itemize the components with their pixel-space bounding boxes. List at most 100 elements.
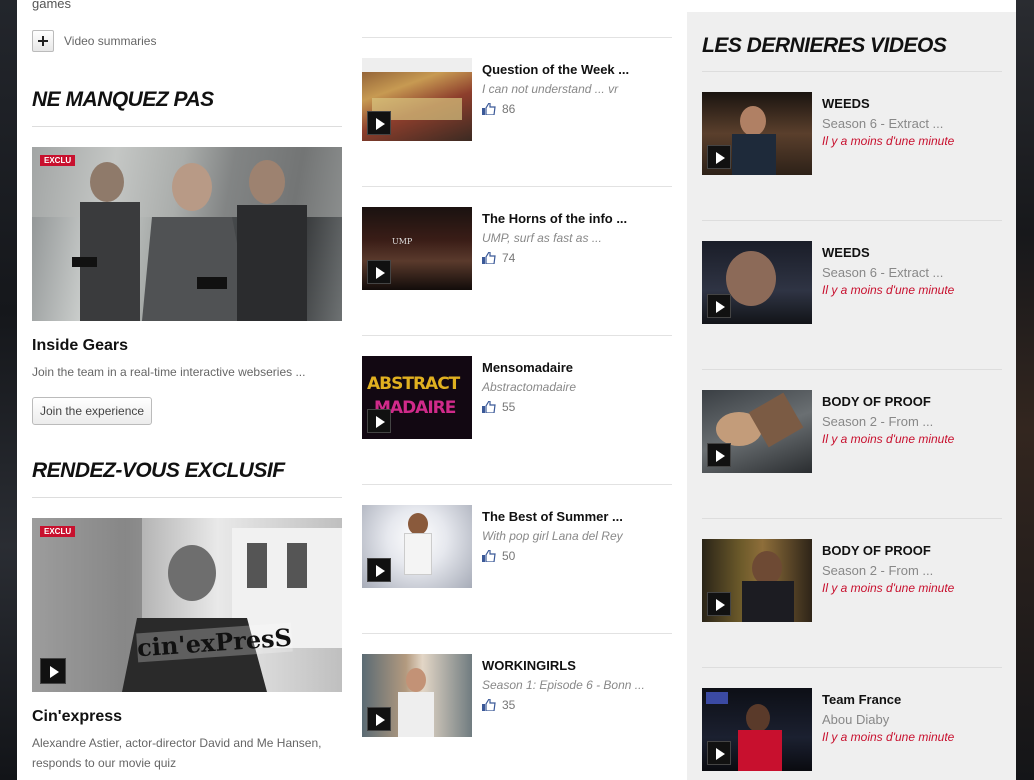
- exclu-badge: EXCLU: [40, 526, 76, 537]
- divider: [702, 369, 1002, 370]
- video-title[interactable]: WORKINGIRLS: [482, 658, 576, 673]
- like-count-value: 55: [502, 400, 516, 414]
- like-count-value: 35: [502, 698, 516, 712]
- play-icon[interactable]: [367, 409, 391, 433]
- section-heading-rendez-vous: RENDEZ-VOUS EXCLUSIF: [32, 459, 285, 482]
- video-title[interactable]: The Horns of the info ...: [482, 211, 627, 226]
- video-date: Il y a moins d'une minute: [822, 134, 955, 148]
- video-item[interactable]: The Best of Summer ... With pop girl Lan…: [362, 505, 672, 588]
- divider: [362, 484, 672, 485]
- video-title[interactable]: The Best of Summer ...: [482, 509, 623, 524]
- video-item[interactable]: WORKINGIRLS Season 1: Episode 6 - Bonn .…: [362, 654, 672, 737]
- like-count-value: 50: [502, 549, 516, 563]
- video-item[interactable]: ABSTRACT MADAIRE Mensomadaire Abstractom…: [362, 356, 672, 439]
- play-icon[interactable]: [707, 741, 731, 765]
- video-title[interactable]: BODY OF PROOF: [822, 394, 931, 409]
- divider: [702, 71, 1002, 72]
- cinexpress-title[interactable]: Cin'express: [32, 708, 122, 726]
- video-subtitle: Season 1: Episode 6 - Bonn ...: [482, 678, 645, 692]
- divider: [362, 335, 672, 336]
- section-heading-ne-manquez-pas: NE MANQUEZ PAS: [32, 88, 214, 111]
- video-title[interactable]: Team France: [822, 692, 901, 707]
- video-subtitle: UMP, surf as fast as ...: [482, 231, 602, 245]
- play-icon[interactable]: [40, 658, 66, 684]
- video-date: Il y a moins d'une minute: [822, 581, 955, 595]
- like-count-value: 74: [502, 251, 516, 265]
- video-subtitle: Season 6 - Extract ...: [822, 116, 944, 131]
- cinexpress-illustration: [32, 518, 342, 692]
- play-icon[interactable]: [367, 111, 391, 135]
- video-date: Il y a moins d'une minute: [822, 283, 955, 297]
- background-art-left: [0, 0, 17, 780]
- play-icon[interactable]: [707, 294, 731, 318]
- join-experience-button[interactable]: Join the experience: [32, 397, 153, 425]
- video-subtitle: Season 6 - Extract ...: [822, 265, 944, 280]
- video-thumbnail[interactable]: [702, 688, 812, 771]
- video-summaries-toggle[interactable]: Video summaries: [32, 30, 156, 52]
- video-summaries-label: Video summaries: [64, 34, 157, 48]
- like-count: 50: [482, 549, 515, 563]
- thumbs-up-icon[interactable]: [482, 401, 496, 413]
- video-thumbnail[interactable]: [362, 654, 472, 737]
- video-thumbnail[interactable]: [702, 539, 812, 622]
- thumbs-up-icon[interactable]: [482, 550, 496, 562]
- plus-icon[interactable]: [32, 30, 54, 52]
- video-subtitle: Season 2 - From ...: [822, 414, 934, 429]
- video-thumbnail[interactable]: [362, 505, 472, 588]
- divider: [32, 126, 342, 127]
- divider: [362, 37, 672, 38]
- cinexpress-thumbnail[interactable]: EXCLU cin'exPresS: [32, 518, 342, 692]
- divider: [702, 220, 1002, 221]
- video-title[interactable]: WEEDS: [822, 96, 870, 111]
- latest-video-item[interactable]: WEEDS Season 6 - Extract ... Il y a moin…: [702, 241, 1002, 324]
- divider: [702, 518, 1002, 519]
- video-item[interactable]: Question of the Week ... I can not under…: [362, 58, 672, 141]
- latest-video-item[interactable]: BODY OF PROOF Season 2 - From ... Il y a…: [702, 390, 1002, 473]
- inside-gears-illustration: [32, 147, 342, 321]
- latest-videos-heading: LES DERNIERES VIDEOS: [702, 34, 947, 57]
- latest-video-item[interactable]: BODY OF PROOF Season 2 - From ... Il y a…: [702, 539, 1002, 622]
- thumbs-up-icon[interactable]: [482, 103, 496, 115]
- video-item[interactable]: UMP The Horns of the info ... UMP, surf …: [362, 207, 672, 290]
- play-icon[interactable]: [707, 443, 731, 467]
- play-icon[interactable]: [707, 145, 731, 169]
- divider: [362, 186, 672, 187]
- video-thumbnail[interactable]: [702, 390, 812, 473]
- play-icon[interactable]: [367, 260, 391, 284]
- video-thumbnail[interactable]: [362, 58, 472, 141]
- video-date: Il y a moins d'une minute: [822, 730, 955, 744]
- video-title[interactable]: Question of the Week ...: [482, 62, 629, 77]
- video-title[interactable]: BODY OF PROOF: [822, 543, 931, 558]
- divider: [362, 633, 672, 634]
- video-thumbnail[interactable]: [702, 92, 812, 175]
- inside-gears-thumbnail[interactable]: EXCLU: [32, 147, 342, 321]
- play-icon[interactable]: [367, 558, 391, 582]
- video-title[interactable]: WEEDS: [822, 245, 870, 260]
- play-icon[interactable]: [367, 707, 391, 731]
- games-link[interactable]: games: [32, 0, 71, 11]
- latest-video-item[interactable]: WEEDS Season 6 - Extract ... Il y a moin…: [702, 92, 1002, 175]
- inside-gears-title[interactable]: Inside Gears: [32, 337, 128, 355]
- divider: [702, 667, 1002, 668]
- content-page: games Video summaries NE MANQUEZ PAS EXC…: [17, 0, 1016, 780]
- like-count: 35: [482, 698, 515, 712]
- video-thumbnail[interactable]: [702, 241, 812, 324]
- video-subtitle: Abou Diaby: [822, 712, 890, 727]
- like-count: 55: [482, 400, 515, 414]
- video-subtitle: I can not understand ... vr: [482, 82, 619, 96]
- video-thumbnail[interactable]: ABSTRACT MADAIRE: [362, 356, 472, 439]
- inside-gears-description: Join the team in a real-time interactive…: [32, 365, 306, 379]
- like-count: 86: [482, 102, 515, 116]
- background-art-right: [1016, 0, 1034, 780]
- video-thumbnail[interactable]: UMP: [362, 207, 472, 290]
- thumbs-up-icon[interactable]: [482, 699, 496, 711]
- play-icon[interactable]: [707, 592, 731, 616]
- latest-video-item[interactable]: Team France Abou Diaby Il y a moins d'un…: [702, 688, 1002, 771]
- exclu-badge: EXCLU: [40, 155, 76, 166]
- thumbs-up-icon[interactable]: [482, 252, 496, 264]
- video-subtitle: Season 2 - From ...: [822, 563, 934, 578]
- like-count: 74: [482, 251, 515, 265]
- video-date: Il y a moins d'une minute: [822, 432, 955, 446]
- like-count-value: 86: [502, 102, 516, 116]
- video-title[interactable]: Mensomadaire: [482, 360, 573, 375]
